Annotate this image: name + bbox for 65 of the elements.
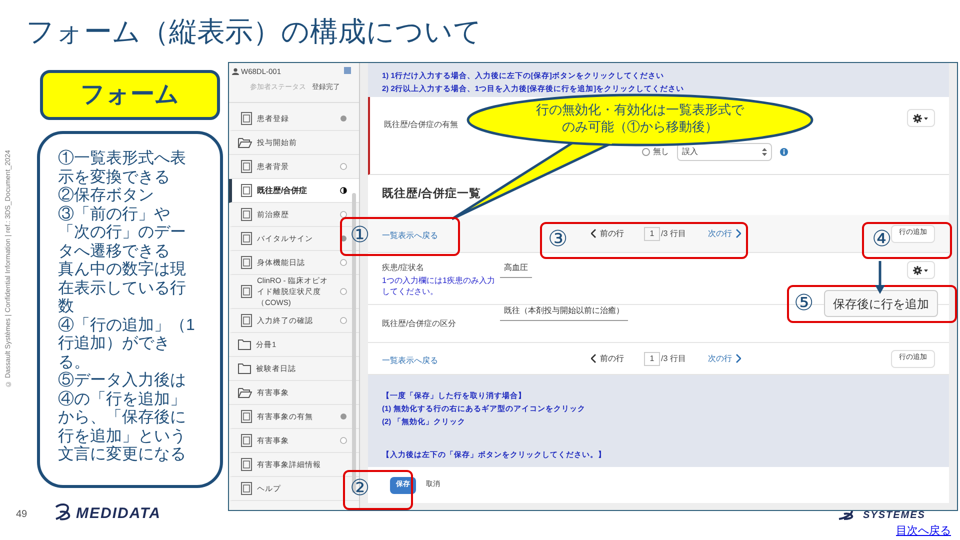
row-number-input[interactable]: 1	[644, 352, 660, 366]
gear-menu-button[interactable]	[907, 109, 935, 127]
folder-icon	[238, 339, 251, 350]
page-icon	[241, 458, 252, 471]
gear-icon	[913, 114, 929, 122]
field-label: 既往歴/合併症の有無	[384, 119, 458, 131]
sidebar-item[interactable]: 既往歴/合併症	[229, 179, 359, 203]
page-icon	[241, 482, 252, 495]
page-icon	[241, 184, 252, 197]
explanation-text: ③「前の行」や「次の行」のデータへ遷移できる	[58, 206, 187, 260]
back-to-list-link[interactable]: 一覧表示へ戻る	[382, 230, 438, 240]
explanation-text: ⑤データ入力後は④の「行を追加」から、「保存後に行を追加」という文言に変更になる	[58, 372, 187, 464]
previous-row-link[interactable]: 前の行	[591, 352, 624, 364]
slide-title: フォーム（縦表示）の構成について	[26, 15, 482, 49]
callout-text: 行の無効化・有効化は一覧表形式でのみ可能（①から移動後）	[536, 101, 744, 135]
page-icon	[241, 434, 252, 447]
explanation-text: ④「行の追加」（1行追加）ができる。	[58, 316, 196, 372]
down-arrow	[875, 261, 885, 295]
explanation-text: 真ん中の数字は現在表示している行数	[58, 261, 187, 316]
previous-row-link[interactable]: 前の行	[591, 228, 624, 240]
page-icon	[241, 285, 252, 298]
next-row-link[interactable]: 次の行	[708, 228, 741, 240]
value-field[interactable]: 高血圧	[500, 262, 532, 278]
systemes-logo: SYSTEMES	[863, 509, 926, 523]
row-count: /3 行目	[661, 352, 686, 364]
page-icon	[241, 256, 252, 269]
page-icon	[241, 160, 252, 173]
gear-menu-button[interactable]	[907, 261, 935, 279]
row-count: /3 行目	[661, 228, 686, 240]
form-label: フォーム	[40, 70, 220, 120]
updown-icon	[762, 148, 767, 156]
field-label: 既往歴/合併症の区分	[382, 318, 458, 330]
step-number: ⑤	[794, 289, 814, 317]
radio-option[interactable]: 無し	[642, 146, 669, 158]
highlight-frame	[343, 470, 413, 510]
step-number: ④	[872, 225, 892, 253]
page-icon	[241, 208, 252, 221]
open-folder-icon	[238, 137, 252, 148]
field-note: 1つの入力欄には1疾患のみ入力してください。	[382, 275, 496, 297]
medidata-logo: MEDIDATA	[76, 504, 161, 524]
chevron-right-icon	[736, 229, 741, 238]
section-heading: 既往歴/合併症一覧	[382, 186, 482, 202]
folder-icon	[238, 363, 251, 374]
explanation-text: ②保存ボタン	[58, 187, 155, 206]
page-icon	[241, 410, 252, 423]
info-icon	[780, 148, 788, 156]
page-number: 49	[16, 508, 28, 522]
save-and-add-row-button[interactable]: 保存後に行を追加	[824, 290, 938, 317]
page-icon	[241, 112, 252, 125]
step-number: ③	[548, 225, 568, 253]
page-icon	[241, 314, 252, 327]
value-field[interactable]: 既往（本剤投与開始以前に治癒）	[500, 305, 628, 321]
page-icon	[241, 232, 252, 245]
open-folder-icon	[238, 387, 252, 398]
chevron-left-icon	[591, 354, 596, 363]
chevron-right-icon	[736, 354, 741, 363]
person-icon	[232, 68, 239, 76]
chevron-left-icon	[591, 229, 596, 238]
field-label: 疾患/症状名	[382, 262, 426, 274]
row-number-input[interactable]: 1	[644, 226, 660, 240]
next-row-link[interactable]: 次の行	[708, 352, 741, 364]
gear-icon	[913, 266, 929, 274]
toc-link[interactable]: 目次へ戻る	[896, 523, 951, 540]
back-to-list-link[interactable]: 一覧表示へ戻る	[382, 356, 438, 364]
explanation-text: ①一覧表形式へ表示を変換できる	[58, 150, 187, 187]
